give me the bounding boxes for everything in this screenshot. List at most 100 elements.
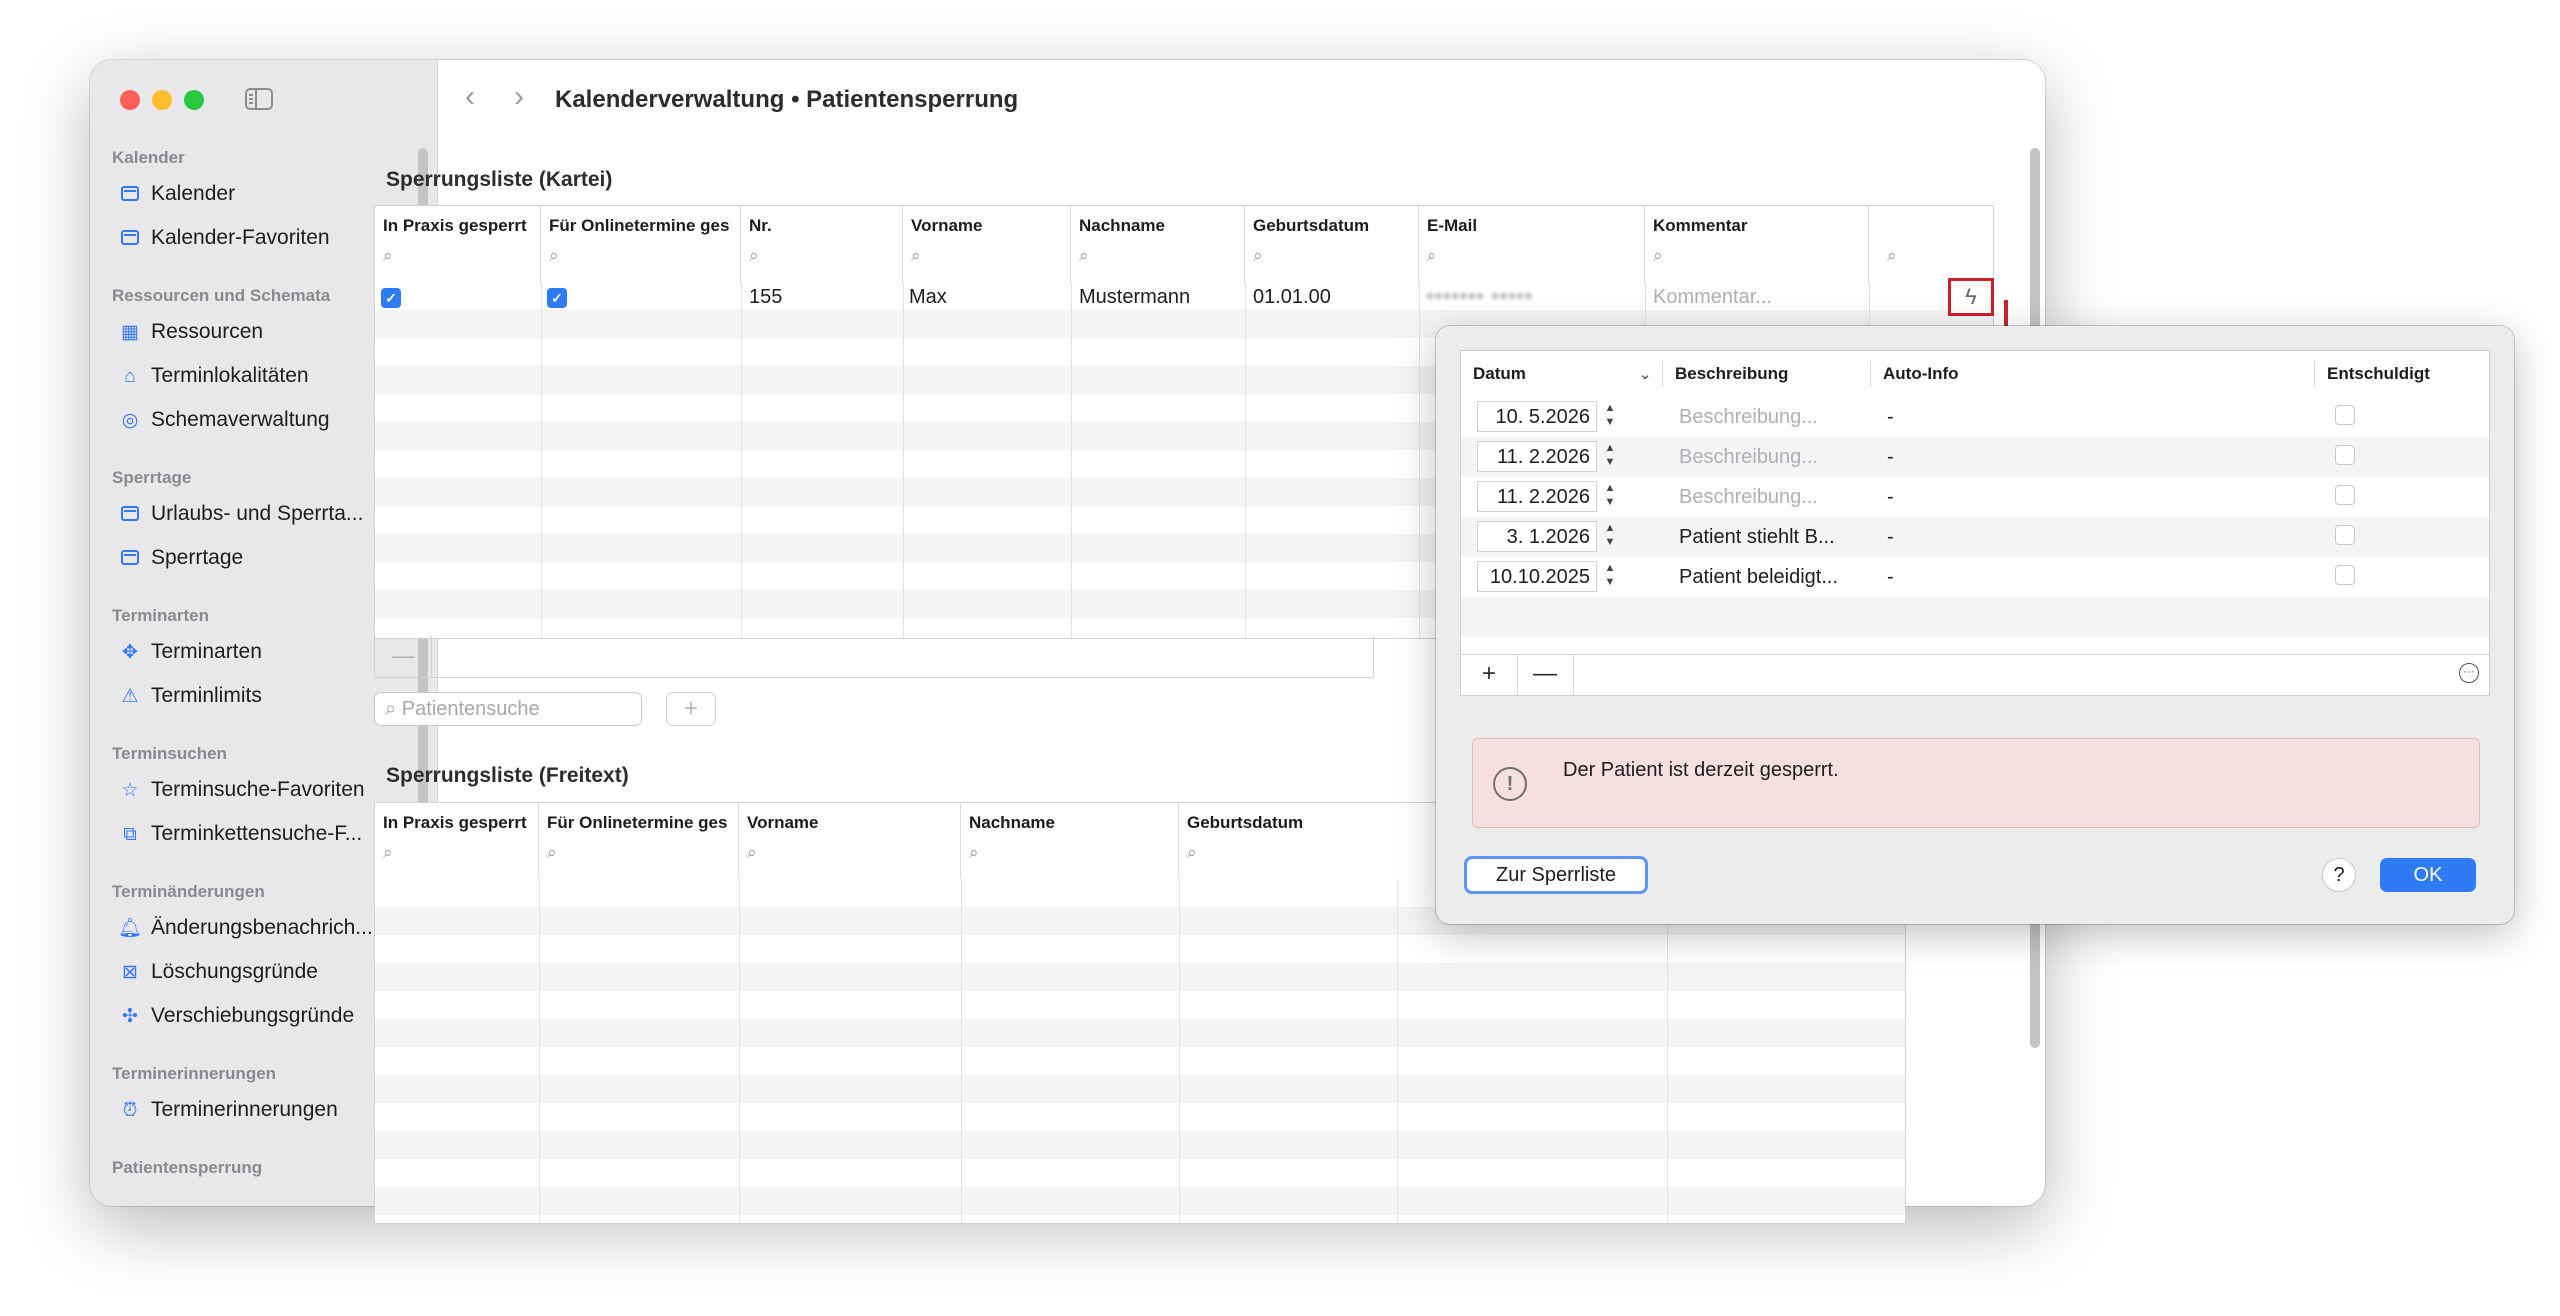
sidebar-item-loeschungsgruende[interactable]: ⊠ Löschungsgründe — [118, 956, 318, 988]
auto-info: - — [1887, 406, 1894, 428]
sidebar-item-aenderungsbenachrichtigung[interactable]: 🔔︎ Änderungsbenachrich... — [118, 912, 373, 944]
entschuldigt-checkbox[interactable] — [2335, 485, 2355, 505]
search-icon[interactable]: ⌕ — [1887, 246, 1985, 266]
beschreibung-field[interactable]: Beschreibung... — [1679, 406, 1818, 429]
search-icon[interactable]: ⌕ — [547, 843, 730, 863]
popover-table-footer: + — ··· — [1461, 654, 2489, 695]
col-header-email[interactable]: E-Mail ⌕ — [1419, 206, 1645, 282]
auto-info: - — [1887, 446, 1894, 468]
sidebar-item-terminarten[interactable]: ✥ Terminarten — [118, 636, 262, 668]
sidebar-section-terminaenderungen: Terminänderungen — [112, 882, 265, 901]
zoom-window-button[interactable] — [184, 90, 204, 110]
beschreibung-field[interactable]: Patient stiehlt B... — [1679, 526, 1835, 549]
ok-button[interactable]: OK — [2380, 858, 2476, 892]
search-icon[interactable]: ⌕ — [969, 843, 1170, 863]
entschuldigt-checkbox[interactable] — [2335, 445, 2355, 465]
search-icon[interactable]: ⌕ — [1653, 246, 1860, 266]
ft-col-header-online[interactable]: Für Onlinetermine ges ⌕ — [539, 803, 739, 879]
sidebar-item-urlaubs-sperrtage[interactable]: Urlaubs- und Sperrta... — [118, 498, 363, 530]
search-icon[interactable]: ⌕ — [1253, 246, 1410, 266]
list-item[interactable]: 11. 2.2026 ▲ ▼ Beschreibung... - — [1461, 477, 2489, 517]
ft-col-header-vorname[interactable]: Vorname ⌕ — [739, 803, 961, 879]
col-header-vorname[interactable]: Vorname ⌕ — [903, 206, 1071, 282]
date-stepper-icon[interactable]: ▲ ▼ — [1601, 441, 1619, 472]
sidebar-item-ressourcen[interactable]: ▦ Ressourcen — [118, 316, 263, 348]
help-button[interactable]: ? — [2322, 858, 2356, 892]
calendar-badge-icon — [118, 543, 142, 575]
sperrung-events-table: Datum ⌄ Beschreibung Auto-Info Entschuldi… — [1460, 350, 2490, 696]
list-item[interactable]: 10. 5.2026 ▲ ▼ Beschreibung... - — [1461, 397, 2489, 437]
col-header-praxis[interactable]: In Praxis gesperrt ⌕ — [375, 206, 541, 282]
cell-email: ••••••• ••••• — [1427, 286, 1534, 306]
beschreibung-field[interactable]: Beschreibung... — [1679, 446, 1818, 469]
date-stepper-icon[interactable]: ▲ ▼ — [1601, 561, 1619, 592]
list-item[interactable]: 3. 1.2026 ▲ ▼ Patient stiehlt B... - — [1461, 517, 2489, 557]
kartei-footer: — — [374, 636, 1374, 678]
auto-info: - — [1887, 486, 1894, 508]
ft-col-header-praxis[interactable]: In Praxis gesperrt ⌕ — [375, 803, 539, 879]
col-header-geburtsdatum[interactable]: Geburtsdatum ⌕ — [1245, 206, 1419, 282]
exclamation-icon: ! — [1493, 767, 1527, 801]
beschreibung-field[interactable]: Beschreibung... — [1679, 486, 1818, 509]
search-icon[interactable]: ⌕ — [1427, 246, 1636, 266]
sidebar-item-schemaverwaltung[interactable]: ◎ Schemaverwaltung — [118, 404, 330, 436]
pcol-header-entschuldigt[interactable]: Entschuldigt — [2315, 351, 2491, 397]
sidebar-item-terminerinnerungen[interactable]: ⏰︎ Terminerinnerungen — [118, 1094, 338, 1126]
col-header-kommentar[interactable]: Kommentar ⌕ — [1645, 206, 1869, 282]
sidebar-item-sperrtage[interactable]: Sperrtage — [118, 542, 243, 574]
lightning-icon[interactable]: ϟ — [1948, 278, 1994, 316]
sidebar-item-verschiebungsgruende[interactable]: ✣ Verschiebungsgründe — [118, 1000, 354, 1032]
col-header-online[interactable]: Für Onlinetermine ges ⌕ — [541, 206, 741, 282]
pcol-header-datum[interactable]: Datum ⌄ — [1461, 351, 1663, 397]
forward-chevron-icon[interactable]: › — [514, 80, 524, 114]
list-item[interactable]: 10.10.2025 ▲ ▼ Patient beleidigt... - — [1461, 557, 2489, 597]
add-event-button[interactable]: + — [1461, 655, 1518, 695]
date-stepper-icon[interactable]: ▲ ▼ — [1601, 481, 1619, 512]
patient-search-input[interactable]: ⌕ Patientensuche — [374, 692, 642, 726]
sidebar-item-terminsuche-favoriten[interactable]: ☆ Terminsuche-Favoriten — [118, 774, 364, 806]
search-icon[interactable]: ⌕ — [383, 246, 532, 266]
entschuldigt-checkbox[interactable] — [2335, 405, 2355, 425]
zur-sperrliste-button[interactable]: Zur Sperrliste — [1464, 856, 1648, 894]
beschreibung-field[interactable]: Patient beleidigt... — [1679, 566, 1838, 589]
search-icon[interactable]: ⌕ — [747, 843, 952, 863]
entschuldigt-checkbox[interactable] — [2335, 565, 2355, 585]
close-window-button[interactable] — [120, 90, 140, 110]
minimize-window-button[interactable] — [152, 90, 172, 110]
sidebar-toggle-icon[interactable] — [245, 88, 273, 110]
date-field[interactable]: 10. 5.2026 — [1477, 401, 1597, 432]
entschuldigt-checkbox[interactable] — [2335, 525, 2355, 545]
list-item[interactable]: 11. 2.2026 ▲ ▼ Beschreibung... - — [1461, 437, 2489, 477]
pcol-header-beschreibung[interactable]: Beschreibung — [1663, 351, 1871, 397]
trash-icon: ⊠ — [122, 962, 138, 983]
date-field[interactable]: 11. 2.2026 — [1477, 481, 1597, 512]
remove-row-button[interactable]: — — [375, 636, 432, 677]
search-icon[interactable]: ⌕ — [383, 843, 530, 863]
search-icon[interactable]: ⌕ — [749, 246, 894, 266]
search-icon[interactable]: ⌕ — [549, 246, 732, 266]
col-header-nachname[interactable]: Nachname ⌕ — [1071, 206, 1245, 282]
calendar-icon — [118, 223, 142, 255]
sidebar-item-kalender[interactable]: Kalender — [118, 178, 235, 210]
date-field[interactable]: 3. 1.2026 — [1477, 521, 1597, 552]
col-header-nr[interactable]: Nr. ⌕ — [741, 206, 903, 282]
sidebar-item-terminkettensuche[interactable]: ⧉ Terminkettensuche-F... — [118, 818, 362, 850]
ft-col-header-nachname[interactable]: Nachname ⌕ — [961, 803, 1179, 879]
search-icon[interactable]: ⌕ — [911, 246, 1062, 266]
sidebar-item-terminlokalitaeten[interactable]: ⌂ Terminlokalitäten — [118, 360, 308, 392]
add-patient-button[interactable]: + — [666, 692, 716, 726]
online-checkbox[interactable]: ✓ — [547, 288, 567, 308]
praxis-checkbox[interactable]: ✓ — [381, 288, 401, 308]
date-stepper-icon[interactable]: ▲ ▼ — [1601, 521, 1619, 552]
date-field[interactable]: 11. 2.2026 — [1477, 441, 1597, 472]
more-options-icon[interactable]: ··· — [2459, 663, 2479, 683]
date-field[interactable]: 10.10.2025 — [1477, 561, 1597, 592]
remove-event-button[interactable]: — — [1517, 655, 1574, 695]
sidebar-item-terminlimits[interactable]: ⚠ Terminlimits — [118, 680, 261, 712]
pcol-header-autoinfo[interactable]: Auto-Info — [1871, 351, 2315, 397]
date-stepper-icon[interactable]: ▲ ▼ — [1601, 401, 1619, 432]
kommentar-field[interactable]: Kommentar... — [1653, 286, 1772, 309]
search-icon[interactable]: ⌕ — [1079, 246, 1236, 266]
back-chevron-icon[interactable]: ‹ — [465, 80, 475, 114]
sidebar-item-kalender-favoriten[interactable]: Kalender-Favoriten — [118, 222, 330, 254]
